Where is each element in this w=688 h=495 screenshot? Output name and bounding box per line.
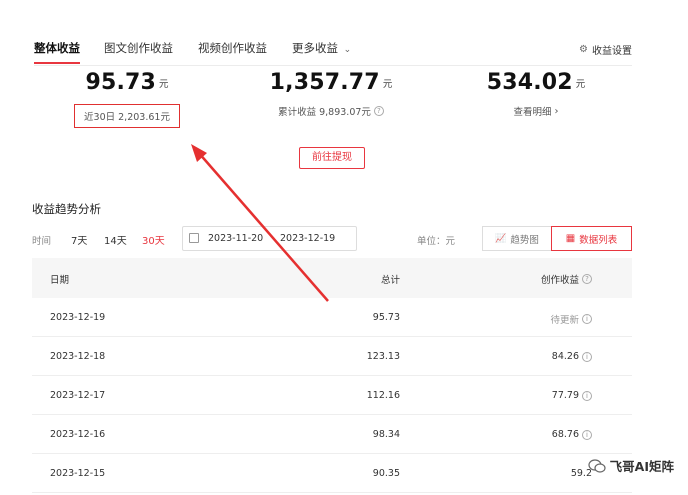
row-total: 90.35	[372, 468, 400, 479]
income-settings-label: 收益设置	[592, 46, 632, 57]
tab-video-income[interactable]: 视频创作收益	[198, 40, 267, 56]
income-table: 日期 总计 创作收益 ? 2023-12-19 95.73 待更新 i 2023…	[32, 258, 632, 493]
data-list-button[interactable]: ▦ 数据列表	[551, 226, 632, 251]
row-total: 123.13	[366, 351, 400, 362]
line-chart-icon: 📈	[495, 233, 507, 244]
tab-article-income[interactable]: 图文创作收益	[104, 40, 173, 56]
section-title: 收益趋势分析	[32, 202, 101, 216]
row-date: 2023-12-15	[50, 468, 106, 479]
tab-more-income[interactable]: 更多收益 ⌄	[292, 40, 351, 56]
start-date: 2023-11-20	[208, 233, 264, 244]
arrow-head	[191, 144, 207, 162]
tab-bar: 整体收益 图文创作收益 视频创作收益 更多收益 ⌄ ⚙ 收益设置	[34, 36, 632, 66]
period-7-days[interactable]: 7天	[71, 232, 87, 247]
table-icon: ▦	[565, 233, 576, 244]
table-row: 2023-12-18 123.13 84.26 i	[32, 337, 632, 376]
row-income: 84.26 i	[552, 351, 592, 362]
row-income-value: 84.26	[551, 351, 579, 362]
tab-overall-income[interactable]: 整体收益	[34, 40, 80, 56]
filter-row: 时间 7天 14天 30天 2023-11-20 2023-12-19 单位：元…	[32, 226, 632, 252]
row-income: 待更新 i	[550, 312, 592, 326]
active-tab-indicator	[34, 62, 80, 64]
row-income-value: 待更新	[550, 315, 579, 326]
date-range-picker[interactable]: 2023-11-20 2023-12-19	[182, 226, 357, 251]
trend-chart-button[interactable]: 📈 趋势图	[482, 226, 552, 251]
info-icon[interactable]: i	[582, 429, 592, 440]
stat-balance: 534.02 元 查看明细 ›	[446, 70, 626, 118]
wechat-icon	[588, 458, 606, 473]
header-income: 创作收益 ?	[541, 272, 592, 286]
table-row: 2023-12-19 95.73 待更新 i	[32, 298, 632, 337]
header-date: 日期	[50, 275, 70, 286]
stat-cumulative: 1,357.77 元 累计收益 9,893.07元 ?	[241, 70, 421, 118]
time-label: 时间	[32, 236, 52, 247]
row-date: 2023-12-16	[50, 429, 106, 440]
row-total: 98.34	[372, 429, 400, 440]
table-row: 2023-12-16 98.34 68.76 i	[32, 415, 632, 454]
row-total: 95.73	[372, 312, 400, 323]
stat-cumulative-summary: 累计收益 9,893.07元	[278, 107, 371, 118]
stat-balance-value: 534.02	[486, 70, 573, 95]
stat-30day-summary: 近30日 2,203.61元	[74, 104, 180, 128]
row-date: 2023-12-17	[50, 390, 106, 401]
stat-today-value: 95.73	[85, 70, 157, 95]
table-header: 日期 总计 创作收益 ?	[32, 258, 632, 298]
watermark-text: 飞哥AI矩阵	[609, 459, 674, 474]
row-income-value: 77.79	[551, 390, 579, 401]
watermark: 飞哥AI矩阵	[588, 456, 674, 475]
calendar-icon	[189, 233, 199, 243]
stat-today: 95.73 元 近30日 2,203.61元	[37, 70, 217, 128]
row-income-value: 68.76	[551, 429, 579, 440]
end-date: 2023-12-19	[280, 233, 336, 244]
info-icon[interactable]: i	[582, 390, 592, 401]
view-details-link[interactable]: 查看明细 ›	[446, 104, 626, 119]
stat-cumulative-value: 1,357.77	[269, 70, 380, 95]
tab-more-income-label: 更多收益	[292, 41, 338, 55]
info-icon[interactable]: i	[582, 314, 592, 324]
row-date: 2023-12-19	[50, 312, 106, 323]
gear-icon: ⚙	[579, 44, 588, 55]
chevron-right-icon: ›	[554, 105, 559, 117]
data-list-label: 数据列表	[579, 234, 618, 246]
table-row: 2023-12-17 112.16 77.79 i	[32, 376, 632, 415]
help-icon[interactable]: ?	[373, 106, 384, 116]
row-income: 68.76 i	[552, 429, 592, 440]
stat-balance-unit: 元	[575, 79, 586, 90]
period-14-days[interactable]: 14天	[104, 232, 127, 247]
view-details-label: 查看明细	[513, 107, 552, 118]
chevron-down-icon: ⌄	[343, 45, 352, 55]
header-income-label: 创作收益	[540, 275, 579, 286]
stat-today-unit: 元	[159, 79, 169, 90]
row-total: 112.16	[366, 390, 400, 401]
unit-label: 单位：元	[417, 236, 456, 247]
info-icon[interactable]: i	[582, 351, 592, 362]
table-row: 2023-12-15 90.35 59.2	[32, 454, 632, 493]
trend-chart-label: 趋势图	[510, 234, 539, 246]
row-date: 2023-12-18	[50, 351, 106, 362]
header-total: 总计	[380, 275, 400, 286]
income-settings-button[interactable]: ⚙ 收益设置	[579, 42, 632, 57]
period-30-days[interactable]: 30天	[142, 232, 165, 247]
row-income: 77.79 i	[552, 390, 592, 401]
stat-cumulative-unit: 元	[382, 79, 393, 90]
withdraw-button[interactable]: 前往提现	[299, 147, 365, 169]
help-icon[interactable]: ?	[582, 274, 592, 284]
